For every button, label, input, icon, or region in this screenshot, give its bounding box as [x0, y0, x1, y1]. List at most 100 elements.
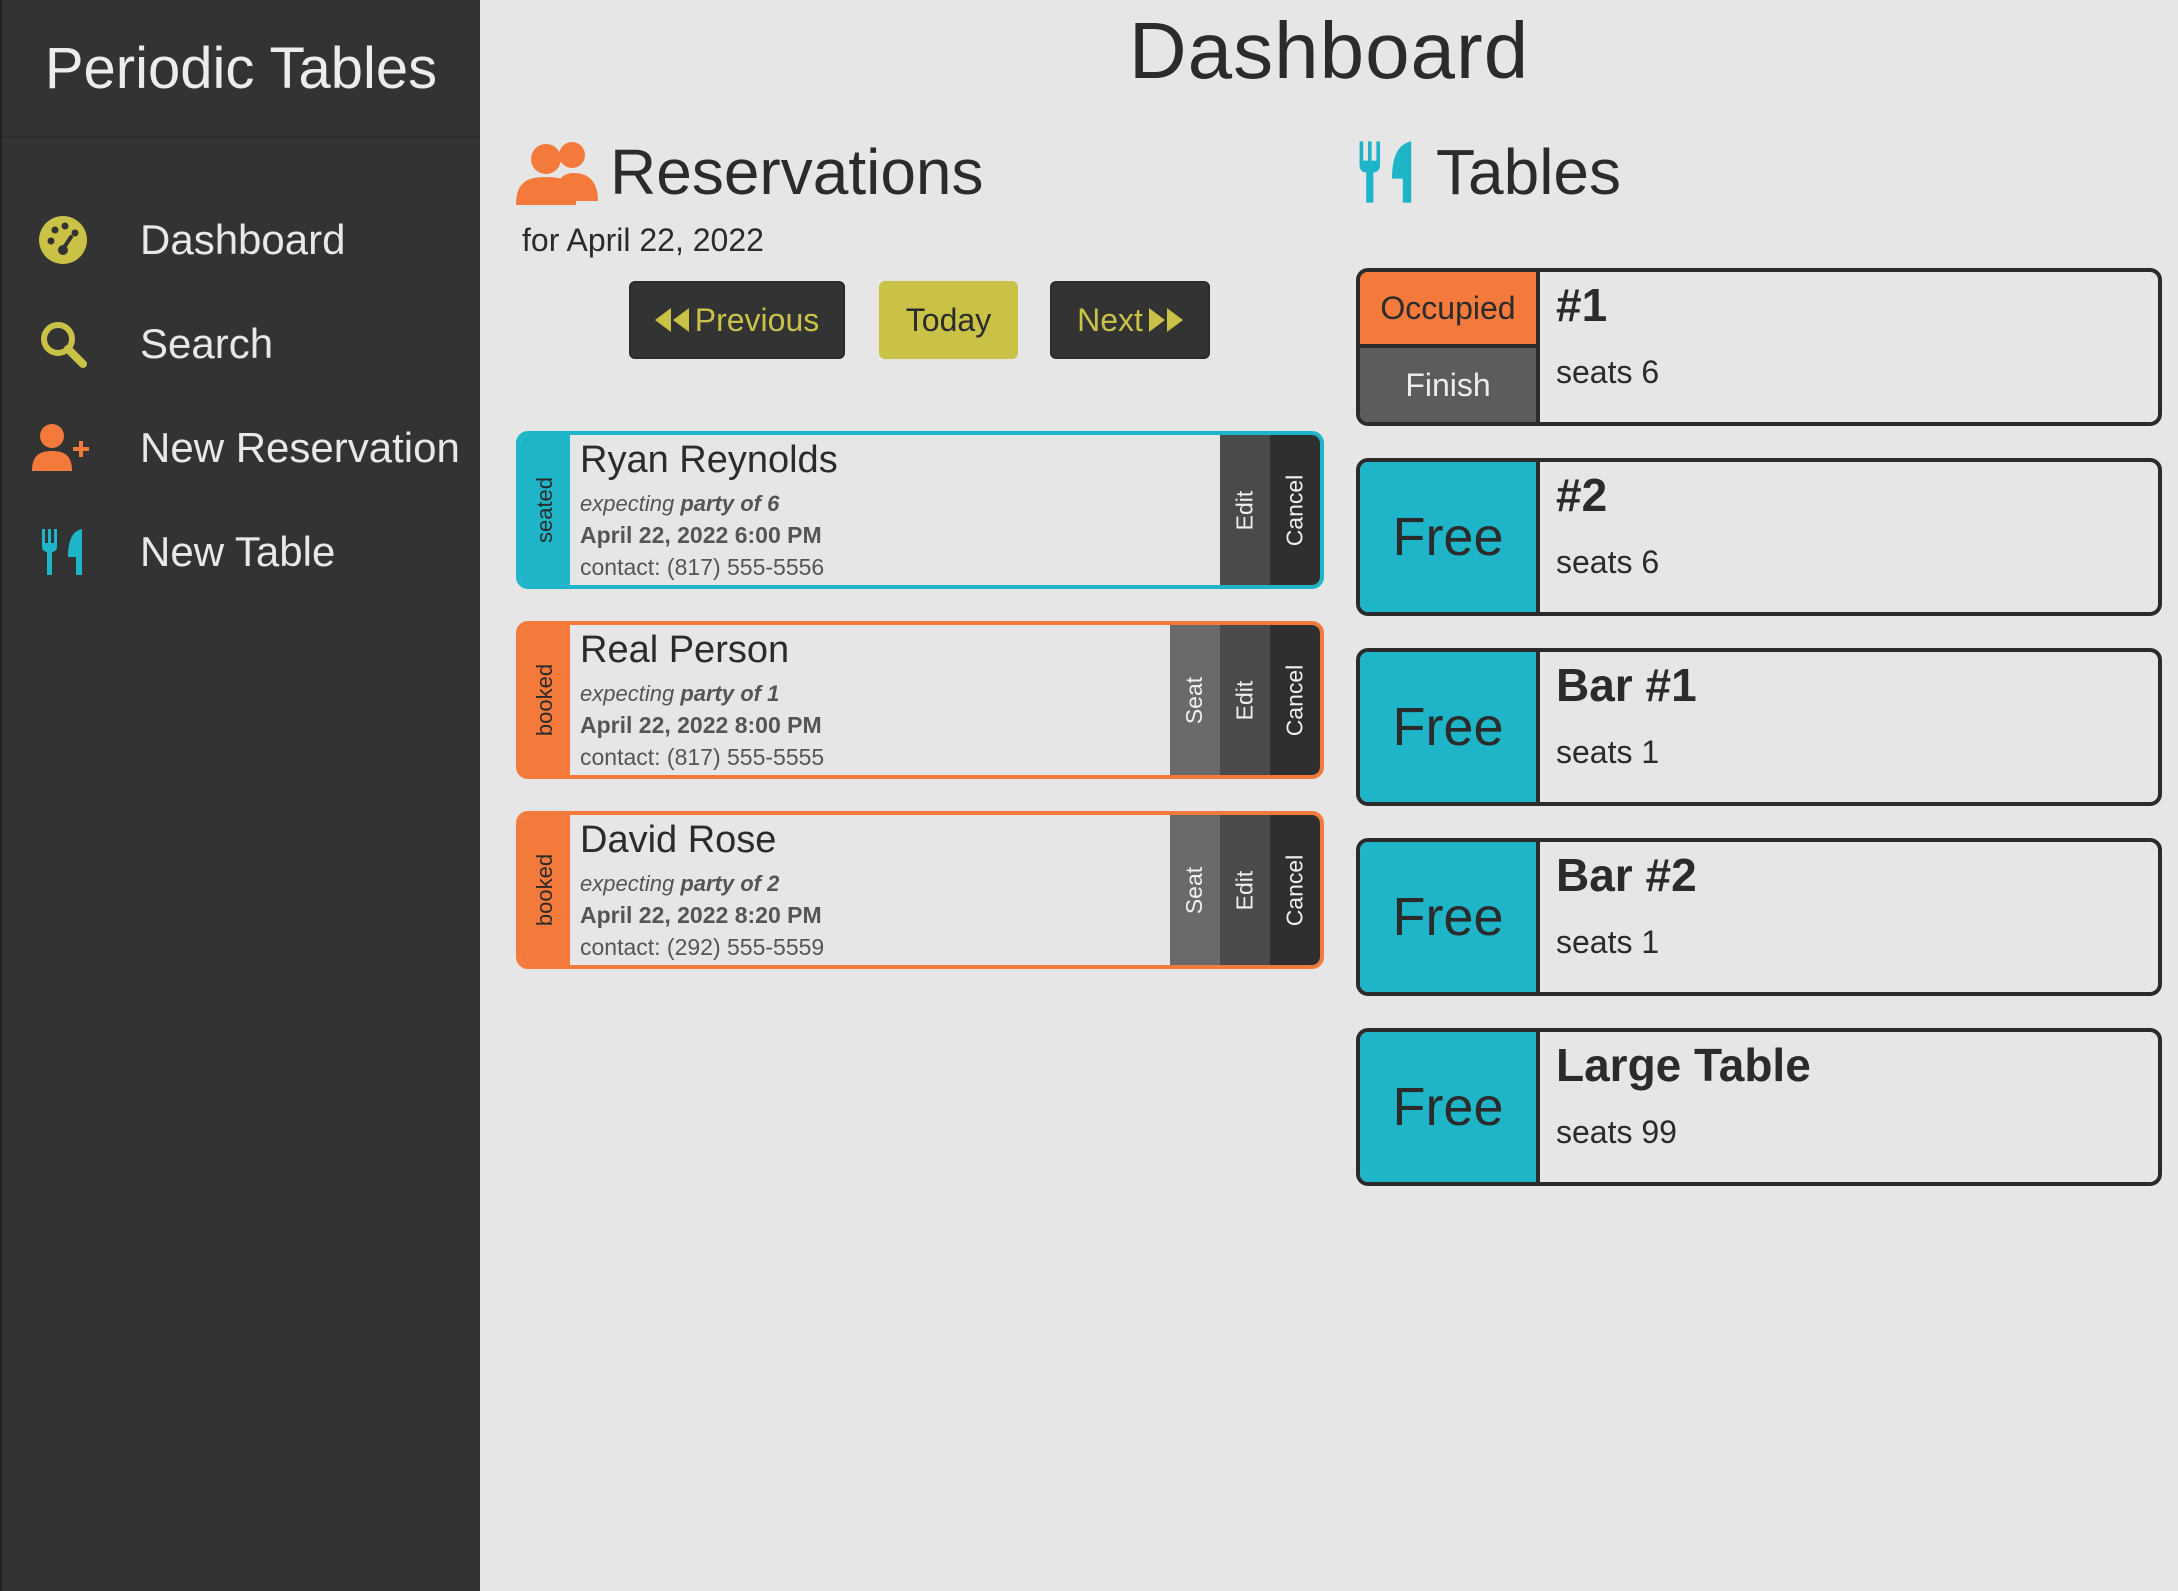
table-details: #2 seats 6: [1540, 462, 1675, 612]
reservation-party: expecting party of 2: [580, 871, 1160, 896]
reservations-list: seated Ryan Reynolds expecting party of …: [516, 431, 1324, 969]
cancel-button[interactable]: Cancel: [1270, 815, 1320, 965]
sidebar-item-label: New Reservation: [140, 424, 460, 471]
forward-icon: [1148, 308, 1183, 332]
tables-list: Occupied Finish #1 seats 6 Free #2 seats…: [1356, 268, 2162, 1186]
reservation-datetime: April 22, 2022 8:00 PM: [580, 711, 822, 738]
party-size: party of 6: [680, 490, 780, 516]
seat-button[interactable]: Seat: [1170, 815, 1220, 965]
edit-label: Edit: [1231, 680, 1258, 720]
tables-header: Tables: [1356, 132, 2162, 212]
finish-button[interactable]: Finish: [1360, 348, 1536, 422]
table-seats: seats 6: [1556, 354, 1660, 390]
next-button[interactable]: Next: [1050, 281, 1210, 359]
user-plus-icon: [32, 417, 94, 479]
table-seats: seats 1: [1556, 924, 1660, 960]
main-content: Dashboard Reservations for April 22, 202…: [480, 0, 2178, 1591]
reservation-datetime: April 22, 2022 6:00 PM: [580, 521, 822, 548]
sidebar-nav: Dashboard Search New Reservation New Tab…: [2, 188, 480, 604]
tables-section: Tables Occupied Finish #1 seats 6 Free #…: [1356, 132, 2162, 1218]
users-icon: [516, 137, 600, 207]
table-card: Free Large Table seats 99: [1356, 1028, 2162, 1186]
table-card: Free Bar #1 seats 1: [1356, 648, 2162, 806]
date-navigation: Previous Today Next: [516, 281, 1324, 359]
table-card: Free Bar #2 seats 1: [1356, 838, 2162, 996]
cancel-label: Cancel: [1281, 474, 1308, 546]
reservation-contact: contact: (817) 555-5556: [580, 554, 825, 581]
party-prefix: expecting: [580, 490, 675, 516]
edit-label: Edit: [1231, 490, 1258, 530]
tables-title: Tables: [1436, 136, 1621, 208]
cancel-label: Cancel: [1281, 854, 1308, 926]
reservation-actions: Edit Cancel: [1220, 435, 1320, 585]
reservation-actions: Seat Edit Cancel: [1170, 625, 1320, 775]
sidebar-item-new-reservation[interactable]: New Reservation: [2, 396, 480, 500]
reservation-status: booked: [520, 815, 570, 965]
table-status: Free: [1360, 842, 1540, 992]
utensils-icon: [32, 521, 94, 583]
seat-label: Seat: [1181, 676, 1208, 724]
seat-button[interactable]: Seat: [1170, 625, 1220, 775]
sidebar: Periodic Tables Dashboard Search New Res…: [0, 0, 480, 1591]
reservation-status: booked: [520, 625, 570, 775]
reservation-contact: contact: (817) 555-5555: [580, 744, 825, 771]
reservation-name: Real Person: [580, 629, 790, 671]
table-details: Bar #1 seats 1: [1540, 652, 1713, 802]
table-status: Free: [1360, 462, 1540, 612]
table-seats: seats 1: [1556, 734, 1660, 770]
reservation-name: David Rose: [580, 819, 777, 861]
reservation-datetime: April 22, 2022 8:20 PM: [580, 901, 822, 928]
reservation-details: David Rose expecting party of 2 April 22…: [570, 815, 1170, 965]
status-label: seated: [532, 476, 557, 544]
sidebar-item-label: Dashboard: [140, 216, 346, 263]
free-badge: Free: [1360, 462, 1536, 612]
cancel-label: Cancel: [1281, 664, 1308, 736]
app-title: Periodic Tables: [2, 0, 480, 138]
edit-button[interactable]: Edit: [1220, 815, 1270, 965]
sidebar-item-new-table[interactable]: New Table: [2, 500, 480, 604]
occupied-badge: Occupied: [1360, 272, 1536, 348]
reservation-party: expecting party of 1: [580, 681, 1160, 706]
table-name: Large Table: [1556, 1039, 1811, 1091]
reservations-section: Reservations for April 22, 2022 Previous…: [516, 132, 1324, 1001]
reservation-details: Real Person expecting party of 1 April 2…: [570, 625, 1170, 775]
sidebar-item-label: Search: [140, 320, 274, 367]
party-prefix: expecting: [580, 870, 675, 896]
party-prefix: expecting: [580, 680, 675, 706]
free-badge: Free: [1360, 842, 1536, 992]
table-details: #1 seats 6: [1540, 272, 1675, 422]
previous-button[interactable]: Previous: [629, 281, 845, 359]
sidebar-item-search[interactable]: Search: [2, 292, 480, 396]
table-name: #1: [1556, 279, 1608, 331]
edit-label: Edit: [1231, 870, 1258, 910]
cancel-button[interactable]: Cancel: [1270, 625, 1320, 775]
page-title: Dashboard: [1128, 6, 1530, 95]
reservation-card: booked Real Person expecting party of 1 …: [516, 621, 1324, 779]
table-name: #2: [1556, 469, 1608, 521]
table-name: Bar #1: [1556, 659, 1697, 711]
reservation-card: booked David Rose expecting party of 2 A…: [516, 811, 1324, 969]
table-name: Bar #2: [1556, 849, 1697, 901]
sidebar-item-label: New Table: [140, 528, 336, 575]
reservations-title: Reservations: [610, 136, 984, 208]
status-label: booked: [532, 663, 557, 737]
free-badge: Free: [1360, 652, 1536, 802]
app: Periodic Tables Dashboard Search New Res…: [0, 0, 2178, 1591]
cancel-button[interactable]: Cancel: [1270, 435, 1320, 585]
table-status: Occupied Finish: [1360, 272, 1540, 422]
edit-button[interactable]: Edit: [1220, 625, 1270, 775]
reservations-header: Reservations: [516, 132, 1324, 212]
sidebar-item-dashboard[interactable]: Dashboard: [2, 188, 480, 292]
previous-label: Previous: [694, 301, 820, 338]
search-icon: [32, 313, 94, 375]
today-button[interactable]: Today: [879, 281, 1018, 359]
party-size: party of 2: [680, 870, 780, 896]
reservation-party: expecting party of 6: [580, 491, 1210, 516]
party-size: party of 1: [680, 680, 780, 706]
reservation-status: seated: [520, 435, 570, 585]
reservation-name: Ryan Reynolds: [580, 439, 838, 481]
table-status: Free: [1360, 1032, 1540, 1182]
table-card: Occupied Finish #1 seats 6: [1356, 268, 2162, 426]
edit-button[interactable]: Edit: [1220, 435, 1270, 585]
table-seats: seats 99: [1556, 1114, 1677, 1150]
